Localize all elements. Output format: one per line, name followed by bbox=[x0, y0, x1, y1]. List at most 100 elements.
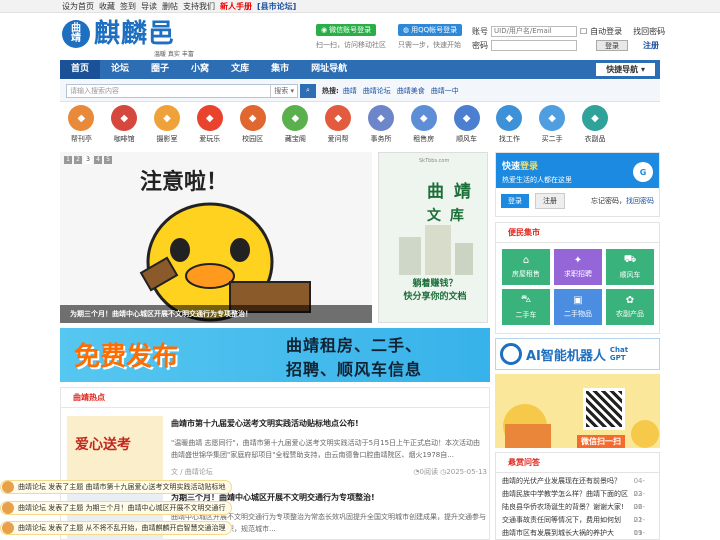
category-icon-item[interactable]: ◆ 衣副品 bbox=[574, 105, 617, 149]
category-icon-item[interactable]: ◆ 摄影室 bbox=[146, 105, 189, 149]
category-label: 买二手 bbox=[541, 135, 563, 143]
category-label: 校园区 bbox=[242, 135, 264, 143]
category-icon-item[interactable]: ◆ 校园区 bbox=[231, 105, 274, 149]
forgot-password-link[interactable]: 找回密码 bbox=[633, 26, 665, 37]
qa-question: 曲靖民族中学教学怎么样？曲靖下面的区 bbox=[502, 490, 628, 498]
service-market-box: 便民集市 ⌂ 房屋租售 ✦ 求职招聘 ⛟ 顺风车 ⛍ 二手车 ▣ 二手物品 ✿ 农副产品 bbox=[495, 222, 660, 334]
hero-slider[interactable]: 注意啦！ 1 2 3 4 5 为期三个月！曲靖中心城区开展不文明交通行为专项整治… bbox=[60, 152, 372, 323]
building-illustration bbox=[399, 225, 473, 275]
category-label: 藏宝阁 bbox=[284, 135, 306, 143]
service-item[interactable]: ✦ 求职招聘 bbox=[554, 249, 602, 285]
wechat-login-box: ◉ 微信账号登录 扫一扫，访问移动社区 bbox=[316, 24, 386, 50]
service-item[interactable]: ✿ 农副产品 bbox=[606, 289, 654, 325]
service-item[interactable]: ⛟ 顺风车 bbox=[606, 249, 654, 285]
qa-row[interactable]: 曲靖的光伏产业发展现在还有前景吗？ 04-23 bbox=[496, 475, 659, 498]
link-county-forum[interactable]: [县市论坛] bbox=[257, 1, 296, 12]
login-button[interactable]: 登录 bbox=[596, 39, 628, 51]
hot-keyword[interactable]: 曲靖论坛 bbox=[363, 86, 391, 96]
link-new-user[interactable]: 新人手册 bbox=[220, 1, 252, 12]
service-item[interactable]: ⌂ 房屋租售 bbox=[502, 249, 550, 285]
fast-login-button[interactable]: 登录 bbox=[501, 194, 529, 208]
password-input[interactable] bbox=[491, 39, 577, 51]
link-guide[interactable]: 导读 bbox=[141, 1, 157, 12]
category-icon-item[interactable]: ◆ 藏宝阁 bbox=[274, 105, 317, 149]
activity-toast[interactable]: 曲靖论坛 发表了主题 为期三个月！曲靖中心城区开展不文明交通行 bbox=[0, 501, 233, 515]
category-icon-item[interactable]: ◆ 帮刊亭 bbox=[60, 105, 103, 149]
qa-row[interactable]: 曲靖市区有发展到城长大祸的养护大 01-06 bbox=[496, 527, 659, 540]
category-icon-item[interactable]: ◆ 顺风车 bbox=[445, 105, 488, 149]
hot-keyword[interactable]: 曲靖一中 bbox=[431, 86, 459, 96]
reward-qa-title: 悬赏问答 bbox=[496, 453, 659, 473]
hot-keyword[interactable]: 曲靖美食 bbox=[397, 86, 425, 96]
nav-circle[interactable]: 圈子 bbox=[140, 60, 180, 79]
link-set-home[interactable]: 设为首页 bbox=[62, 1, 94, 12]
nav-nest[interactable]: 小窝 bbox=[180, 60, 220, 79]
category-icon-item[interactable]: ◆ 事务所 bbox=[360, 105, 403, 149]
activity-toast[interactable]: 曲靖论坛 发表了主题 曲靖市第十九届爱心送考文明实践活动贴标地 bbox=[0, 480, 233, 494]
nav-home[interactable]: 首页 bbox=[60, 60, 101, 79]
free-post-banner[interactable]: 免费发布 曲靖租房、二手、 招聘、顺风车信息 bbox=[60, 328, 490, 382]
slider-page-3[interactable]: 3 bbox=[84, 156, 92, 164]
service-item[interactable]: ▣ 二手物品 bbox=[554, 289, 602, 325]
wechat-login-button[interactable]: ◉ 微信账号登录 bbox=[316, 24, 377, 36]
nav-market[interactable]: 集市 bbox=[260, 60, 300, 79]
top-bar: 设为首页 收藏 签到 导读 删帖 支持我们 新人手册 [县市论坛] bbox=[0, 0, 720, 13]
register-link[interactable]: 注册 bbox=[643, 40, 659, 51]
slider-page-5[interactable]: 5 bbox=[104, 156, 112, 164]
avatar bbox=[2, 502, 14, 514]
qq-login-button[interactable]: ◍ 用QQ帐号登录 bbox=[398, 24, 463, 36]
link-support[interactable]: 支持我们 bbox=[183, 1, 215, 12]
service-label: 二手物品 bbox=[564, 310, 592, 318]
qa-row[interactable]: 陆良县华侨农场诞生的背景？谢谢大家! 02-21 bbox=[496, 501, 659, 524]
activity-toast[interactable]: 曲靖论坛 发表了主题 从不将不乱开始，曲靖麒麟开启智慧交通治理 bbox=[0, 521, 233, 535]
qa-row[interactable]: 交通事故责任同等情况下，费用如何划 02-19 bbox=[496, 514, 659, 537]
category-icon: ◆ bbox=[410, 105, 437, 131]
ai-robot-banner[interactable]: AI智能机器人 Chat GPT bbox=[495, 338, 660, 370]
category-icon-item[interactable]: ◆ 爱玩乐 bbox=[188, 105, 231, 149]
article-thumbnail[interactable]: 爱心送考 bbox=[67, 416, 163, 482]
banner-right-text-1: 曲靖租房、二手、 bbox=[286, 336, 423, 355]
article-item: 曲靖市第十九届爱心送考文明实践活动贴标地点公布! "温暖曲靖 志愿同行"，曲靖市… bbox=[171, 418, 487, 477]
library-ad[interactable]: SkTbbs.com 曲 靖 文 库 躺着赚钱？ 快分享你的文档 bbox=[378, 152, 488, 323]
site-logo[interactable]: 曲 靖 麒麟邑 温暖 真实 丰富 bbox=[62, 19, 194, 58]
link-favorite[interactable]: 收藏 bbox=[99, 1, 115, 12]
quick-nav-dropdown[interactable]: 快捷导航 ▾ bbox=[596, 63, 655, 76]
ai-logo-icon bbox=[500, 343, 522, 365]
slider-caption[interactable]: 为期三个月！曲靖中心城区开展不文明交通行为专项整治！ bbox=[60, 305, 372, 323]
search-type-select[interactable]: 搜索 ▾ bbox=[270, 84, 297, 97]
search-input[interactable]: 请输入搜索内容 搜索 ▾ bbox=[66, 83, 298, 98]
hot-keyword[interactable]: 曲靖 bbox=[343, 86, 357, 96]
qq-note: 只需一步，快速开始 bbox=[398, 41, 461, 49]
category-icon-item[interactable]: ◆ 爱问帮 bbox=[317, 105, 360, 149]
wechat-qr-ad[interactable]: 微信扫一扫 bbox=[495, 374, 660, 448]
category-icon: ◆ bbox=[153, 105, 180, 131]
link-checkin[interactable]: 签到 bbox=[120, 1, 136, 12]
category-icon-item[interactable]: ◆ 找工作 bbox=[488, 105, 531, 149]
account-input[interactable] bbox=[491, 25, 577, 37]
nav-url-guide[interactable]: 网址导航 bbox=[300, 60, 358, 79]
slider-page-2[interactable]: 2 bbox=[74, 156, 82, 164]
category-icon-item[interactable]: ◆ 租售房 bbox=[402, 105, 445, 149]
search-button[interactable]: ⌕ bbox=[300, 83, 316, 98]
auto-login-checkbox[interactable]: ☐ bbox=[580, 27, 587, 36]
service-label: 二手车 bbox=[515, 311, 537, 319]
article-meta: 文 / 曲靖论坛 ◔0阅读 ◷2025-05-13 bbox=[171, 467, 487, 477]
article-title[interactable]: 曲靖市第十九届爱心送考文明实践活动贴标地点公布! bbox=[171, 418, 487, 429]
category-icon-item[interactable]: ◆ 买二手 bbox=[531, 105, 574, 149]
service-icon: ⛍ bbox=[520, 294, 532, 305]
service-item[interactable]: ⛍ 二手车 bbox=[502, 289, 550, 325]
nav-forum[interactable]: 论坛 bbox=[100, 60, 140, 79]
fast-register-button[interactable]: 注册 bbox=[535, 193, 565, 209]
slider-page-1[interactable]: 1 bbox=[64, 156, 72, 164]
category-icon-row: ◆ 帮刊亭 ◆ 咖啡馆 ◆ 摄影室 ◆ 爱玩乐 ◆ 校园区 ◆ 藏宝阁 ◆ 爱问帮 ◆ 事务所 ◆ 租售房 ◆ 顺风车… bbox=[60, 105, 660, 149]
find-password-link[interactable]: 找回密码 bbox=[626, 197, 654, 205]
qa-row[interactable]: 曲靖民族中学教学怎么样？曲靖下面的区 02-26 bbox=[496, 488, 659, 511]
fast-forgot: 忘记密码，找回密码 bbox=[591, 197, 654, 205]
logo-text: 麒麟邑 bbox=[94, 19, 176, 49]
category-icon-item[interactable]: ◆ 咖啡馆 bbox=[103, 105, 146, 149]
slider-page-4[interactable]: 4 bbox=[94, 156, 102, 164]
link-delete-post[interactable]: 删帖 bbox=[162, 1, 178, 12]
nav-library[interactable]: 文库 bbox=[220, 60, 260, 79]
qa-question: 曲靖的光伏产业发展现在还有前景吗？ bbox=[502, 477, 621, 485]
service-market-title: 便民集市 bbox=[496, 223, 659, 243]
